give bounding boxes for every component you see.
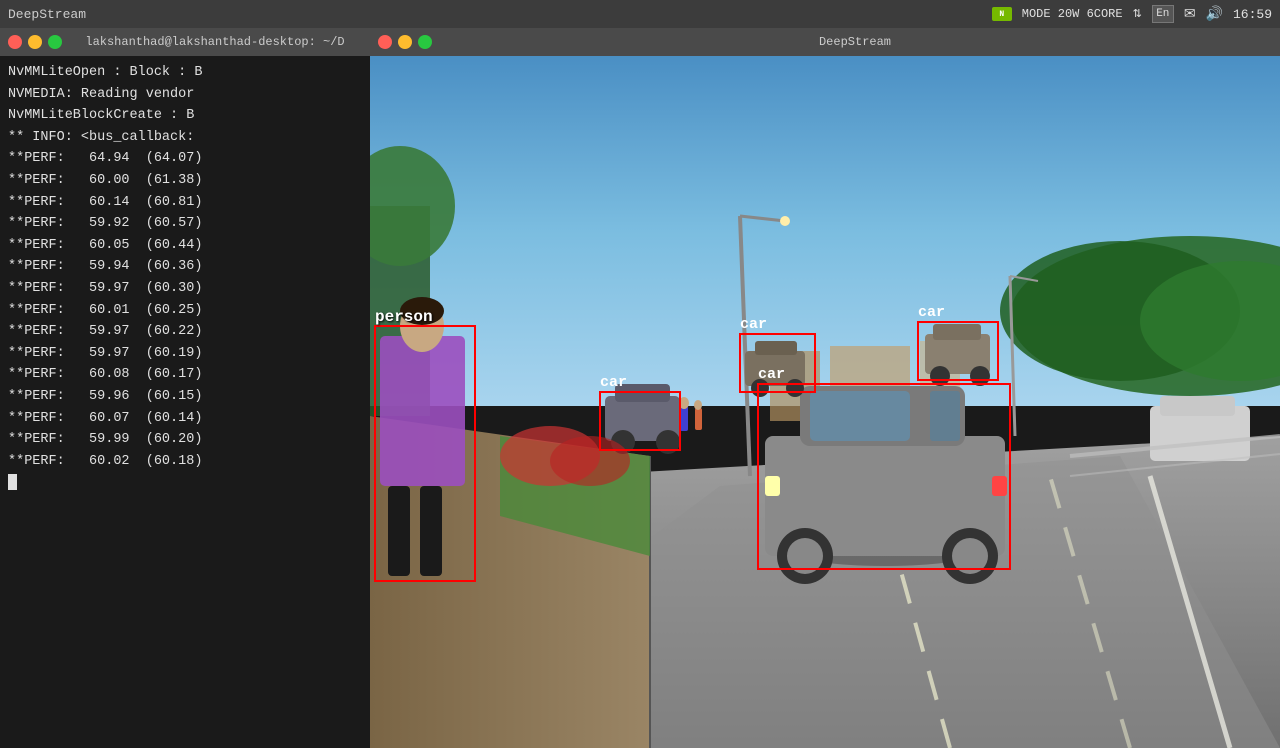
close-button[interactable]: [8, 35, 22, 49]
nvidia-icon: N: [992, 7, 1012, 21]
svg-text:car: car: [918, 304, 945, 321]
terminal-line: NvMMLiteBlockCreate : B: [8, 105, 362, 127]
mode-text: MODE 20W 6CORE: [1022, 7, 1123, 21]
terminal-line: **PERF: 60.02 (60.18): [8, 451, 362, 473]
terminal-line: ** INFO: <bus_callback:: [8, 127, 362, 149]
terminal-output: NvMMLiteOpen : Block : BNVMEDIA: Reading…: [0, 56, 370, 748]
topbar-right: N MODE 20W 6CORE ⇅ En ✉ 🔊 16:59: [992, 5, 1272, 23]
svg-text:car: car: [740, 316, 767, 333]
ds-minimize-button[interactable]: [398, 35, 412, 49]
ds-close-button[interactable]: [378, 35, 392, 49]
terminal-line: **PERF: 60.14 (60.81): [8, 192, 362, 214]
svg-text:car: car: [758, 366, 785, 383]
deepstream-window: DeepStream: [370, 28, 1280, 748]
terminal-line: **PERF: 60.07 (60.14): [8, 408, 362, 430]
deepstream-app-label: DeepStream: [8, 7, 86, 22]
terminal-line: **PERF: 64.94 (64.07): [8, 148, 362, 170]
terminal-line: **PERF: 60.01 (60.25): [8, 300, 362, 322]
minimize-button[interactable]: [28, 35, 42, 49]
topbar-left: DeepStream: [8, 7, 86, 22]
deepstream-titlebar: DeepStream: [370, 28, 1280, 56]
terminal-line: NVMEDIA: Reading vendor: [8, 84, 362, 106]
terminal-line: **PERF: 60.05 (60.44): [8, 235, 362, 257]
terminal-line: **PERF: 59.92 (60.57): [8, 213, 362, 235]
maximize-button[interactable]: [48, 35, 62, 49]
terminal-line: **PERF: 59.96 (60.15): [8, 386, 362, 408]
terminal-titlebar: lakshanthad@lakshanthad-desktop: ~/D: [0, 28, 370, 56]
terminal-window: lakshanthad@lakshanthad-desktop: ~/D NvM…: [0, 28, 370, 748]
deepstream-title: DeepStream: [438, 35, 1272, 49]
clock: 16:59: [1233, 7, 1272, 22]
terminal-line: **PERF: 59.97 (60.22): [8, 321, 362, 343]
terminal-line: **PERF: 59.94 (60.36): [8, 256, 362, 278]
terminal-title: lakshanthad@lakshanthad-desktop: ~/D: [68, 35, 362, 49]
lang-indicator: En: [1152, 5, 1174, 23]
terminal-line: **PERF: 59.97 (60.30): [8, 278, 362, 300]
desktop-topbar: DeepStream N MODE 20W 6CORE ⇅ En ✉ 🔊 16:…: [0, 0, 1280, 28]
deepstream-video-area: person car car car car: [370, 56, 1280, 748]
terminal-line: **PERF: 60.00 (61.38): [8, 170, 362, 192]
terminal-cursor: [8, 474, 17, 490]
mail-icon: ✉: [1184, 6, 1196, 23]
terminal-line: **PERF: 60.08 (60.17): [8, 364, 362, 386]
volume-icon: 🔊: [1206, 6, 1223, 23]
svg-text:car: car: [600, 374, 627, 391]
ds-maximize-button[interactable]: [418, 35, 432, 49]
terminal-line: **PERF: 59.99 (60.20): [8, 429, 362, 451]
arrow-icon: ⇅: [1133, 7, 1142, 21]
terminal-line: NvMMLiteOpen : Block : B: [8, 62, 362, 84]
terminal-cursor-line: [8, 472, 362, 494]
road-scene-svg: person car car car car: [370, 56, 1280, 748]
svg-text:person: person: [375, 308, 433, 326]
terminal-line: **PERF: 59.97 (60.19): [8, 343, 362, 365]
